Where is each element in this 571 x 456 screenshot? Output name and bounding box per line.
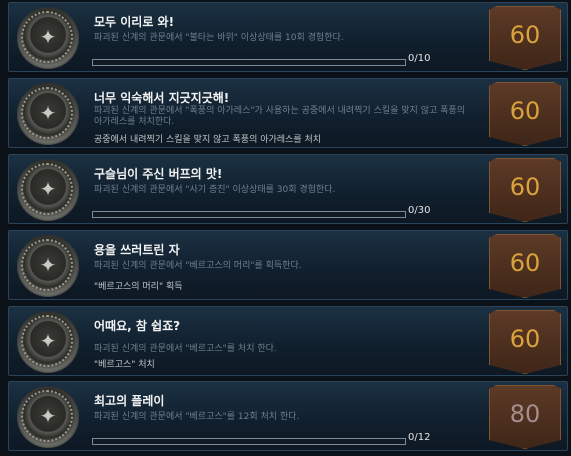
achievement-title: 너무 익숙해서 지긋지긋해! [94,91,230,105]
progress-count: 0/10 [408,53,431,64]
achievement-medal-icon: ✦ [17,159,79,221]
achievement-condition: 공중에서 내려찍기 스킬을 맞지 않고 폭풍의 아가레스를 처치 [94,135,322,145]
achievement-description: 파괴된 신계의 관문에서 "베르고스"를 처치 한다. [94,344,277,354]
achievement-medal-icon: ✦ [17,7,79,69]
progress-count: 0/30 [408,205,431,216]
achievement-medal-icon: ✦ [17,386,79,448]
achievement-description: 파괴된 신계의 관문에서 "베르고스"를 12회 처치 한다. [94,412,300,422]
achievement-row[interactable]: ✦ 구슬님이 주신 버프의 맛! 파괴된 신계의 관문에서 "사기 증진" 이상… [8,154,568,224]
achievement-title: 용을 쓰러트린 자 [94,243,180,257]
achievement-medal-icon: ✦ [17,311,79,373]
achievement-description: 파괴된 신계의 관문에서 "폭풍의 아가레스"가 사용하는 공중에서 내려찍기 … [94,106,465,127]
points-shield-icon: 60 [489,82,561,146]
achievement-points: 80 [509,400,541,428]
achievement-medal-icon: ✦ [17,83,79,145]
progress-count: 0/12 [408,432,431,443]
achievement-points: 60 [509,325,541,353]
progress-bar [92,438,406,445]
achievement-description: 파괴된 신계의 관문에서 "사기 증진" 이상상태를 30회 경험한다. [94,185,336,195]
points-shield-icon: 60 [489,234,561,298]
achievement-title: 모두 이리로 와! [94,15,175,29]
achievement-title: 구슬님이 주신 버프의 맛! [94,167,223,181]
achievement-row[interactable]: ✦ 어때요, 참 쉽죠? 파괴된 신계의 관문에서 "베르고스"를 처치 한다.… [8,306,568,376]
points-shield-icon: 60 [489,6,561,70]
achievement-row[interactable]: ✦ 모두 이리로 와! 파괴된 신계의 관문에서 "불타는 바위" 이상상태를 … [8,2,568,72]
achievement-condition: "베르고스의 머리" 획득 [94,282,183,292]
achievement-list: ✦ 모두 이리로 와! 파괴된 신계의 관문에서 "불타는 바위" 이상상태를 … [0,0,571,456]
achievement-condition: "베르고스" 처치 [94,360,155,370]
achievement-medal-icon: ✦ [17,235,79,297]
progress-bar [92,59,406,66]
achievement-description: 파괴된 신계의 관문에서 "불타는 바위" 이상상태를 10회 경험한다. [94,33,344,43]
points-shield-icon: 60 [489,310,561,374]
achievement-points: 60 [509,173,541,201]
achievement-description: 파괴된 신계의 관문에서 "베르고스의 머리"를 획득한다. [94,261,302,271]
achievement-row[interactable]: ✦ 용을 쓰러트린 자 파괴된 신계의 관문에서 "베르고스의 머리"를 획득한… [8,230,568,300]
points-shield-icon: 60 [489,158,561,222]
achievement-row[interactable]: ✦ 최고의 플레이 파괴된 신계의 관문에서 "베르고스"를 12회 처치 한다… [8,381,568,451]
achievement-points: 60 [509,249,541,277]
achievement-title: 어때요, 참 쉽죠? [94,319,181,333]
achievement-points: 60 [509,21,541,49]
progress-bar [92,211,406,218]
achievement-points: 60 [509,97,541,125]
points-shield-icon: 80 [489,385,561,449]
achievement-title: 최고의 플레이 [94,394,165,408]
achievement-row[interactable]: ✦ 너무 익숙해서 지긋지긋해! 파괴된 신계의 관문에서 "폭풍의 아가레스"… [8,78,568,148]
